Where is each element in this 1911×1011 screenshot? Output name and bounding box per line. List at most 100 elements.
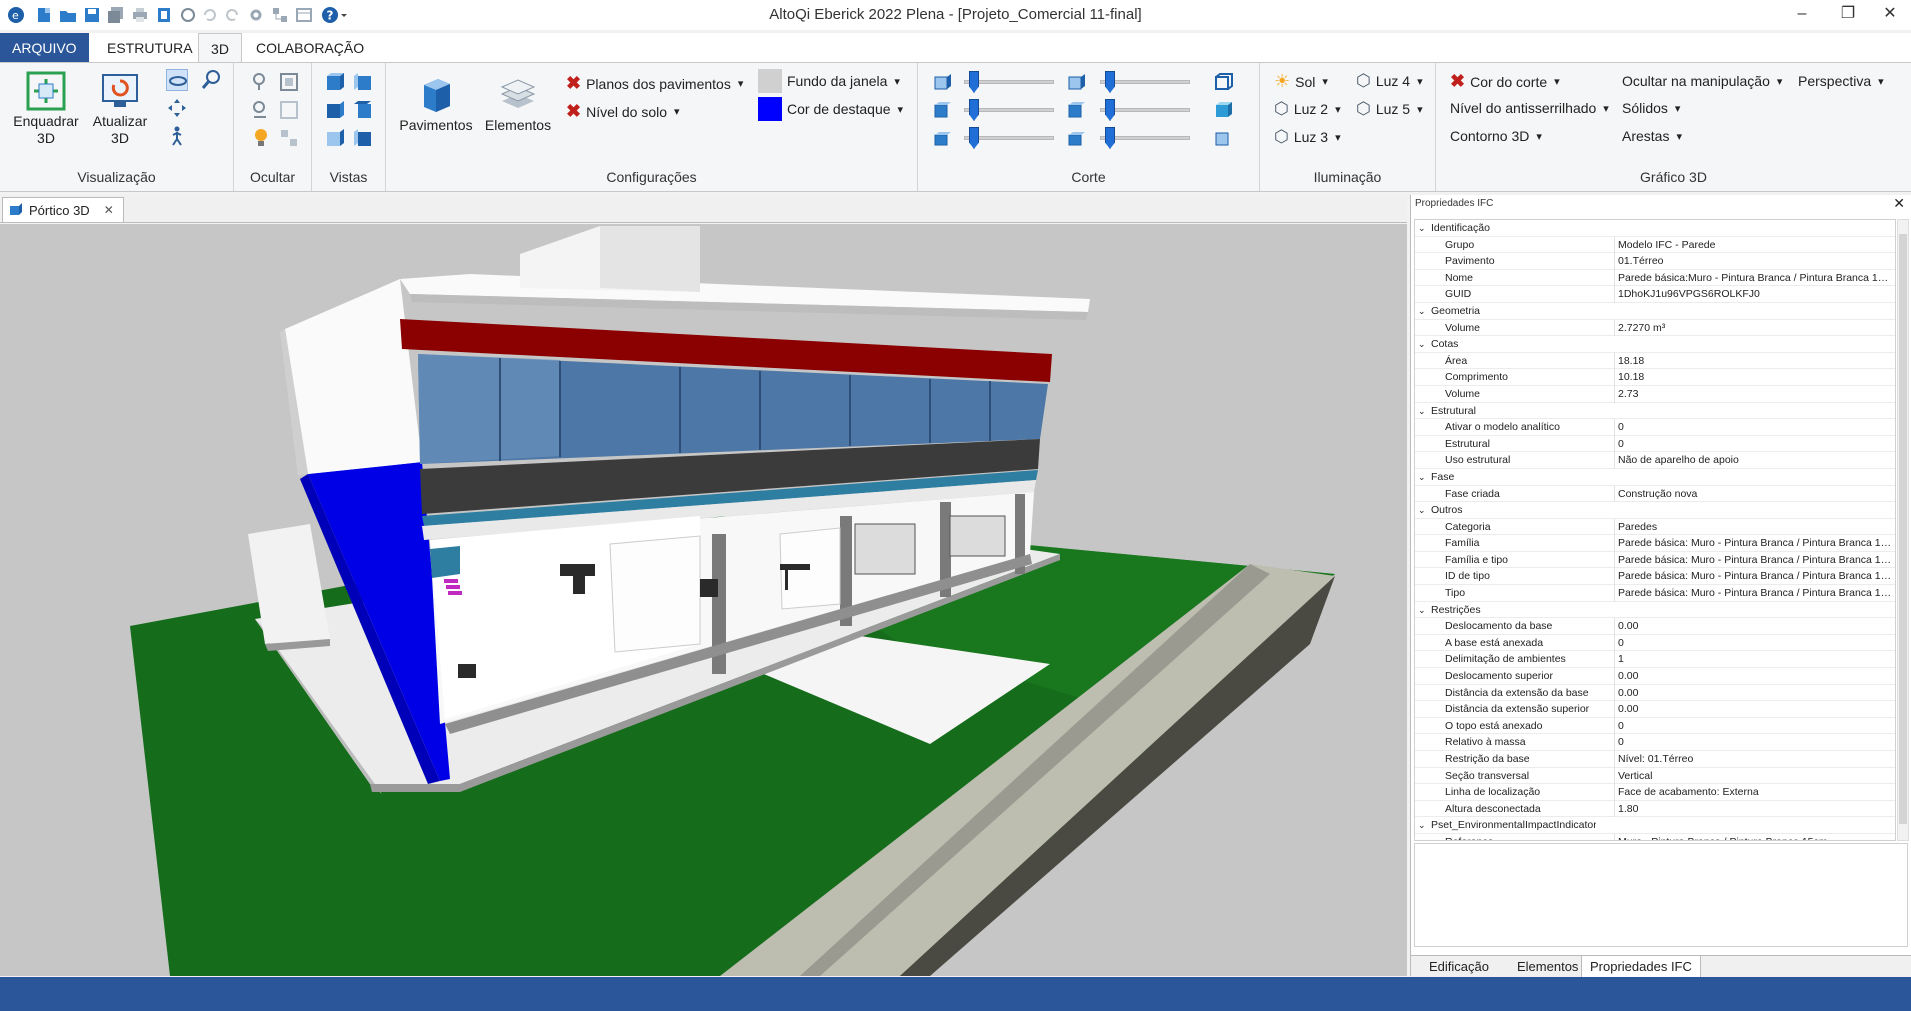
zoom-icon[interactable]: [200, 69, 222, 91]
property-value[interactable]: Parede básica:Muro - Pintura Branca / Pi…: [1614, 269, 1894, 287]
property-row[interactable]: Relativo à massa 0: [1415, 734, 1895, 751]
section-solid-icon[interactable]: [1212, 99, 1234, 121]
property-row[interactable]: Família e tipo Parede básica: Muro - Pint…: [1415, 551, 1895, 569]
view-back-icon[interactable]: [352, 71, 374, 93]
doc-tab-portico-3d[interactable]: Pórtico 3D ✕: [2, 197, 124, 222]
property-value[interactable]: Nível: 01.Térreo: [1614, 751, 1894, 768]
chevron-down-icon[interactable]: ⌄: [1418, 303, 1426, 320]
tab-elementos[interactable]: Elementos: [1509, 956, 1586, 978]
property-row[interactable]: Linha de localização Face de acabamento: …: [1415, 784, 1895, 801]
chevron-down-icon[interactable]: ⌄: [1418, 469, 1426, 486]
corte-slider-6[interactable]: [1100, 127, 1190, 149]
property-value[interactable]: 1DhoKJ1u96VPGS6ROLKFJ0: [1614, 286, 1894, 303]
slider-knob[interactable]: [1105, 71, 1115, 93]
property-value[interactable]: 1: [1614, 651, 1894, 669]
property-value[interactable]: Vertical: [1614, 767, 1894, 785]
nivel-solo-dropdown[interactable]: ✖ Nível do solo: [566, 101, 680, 122]
tab-arquivo[interactable]: ARQUIVO: [0, 33, 89, 63]
show-group-icon[interactable]: [278, 99, 300, 121]
property-category[interactable]: ⌄ Restrições: [1415, 601, 1895, 619]
corte-slider-2[interactable]: [964, 99, 1054, 121]
view-bottom-icon[interactable]: [352, 127, 374, 149]
property-value[interactable]: 0.00: [1614, 701, 1894, 718]
property-row[interactable]: O topo está anexado 0: [1415, 717, 1895, 735]
antisserrilhado-dropdown[interactable]: Nível do antisserrilhado: [1450, 100, 1609, 116]
chevron-down-icon[interactable]: ⌄: [1418, 403, 1426, 420]
section-reset-icon[interactable]: [1212, 127, 1234, 149]
orbit-icon[interactable]: [166, 69, 188, 91]
property-category[interactable]: ⌄ Identificação: [1415, 220, 1895, 237]
close-icon[interactable]: ✕: [104, 203, 114, 217]
walk-icon[interactable]: [166, 125, 188, 147]
property-value[interactable]: Construção nova: [1614, 485, 1894, 503]
cut-plane-y-icon[interactable]: [932, 99, 954, 121]
property-value[interactable]: 0: [1614, 717, 1894, 735]
tab-colaboracao[interactable]: COLABORAÇÃO: [244, 33, 376, 63]
chevron-down-icon[interactable]: ⌄: [1418, 817, 1426, 834]
property-value[interactable]: Paredes: [1614, 518, 1894, 536]
property-row[interactable]: Pavimento 01.Térreo: [1415, 253, 1895, 270]
property-value[interactable]: 0: [1614, 634, 1894, 652]
luz2-dropdown[interactable]: ⬡ Luz 2: [1274, 99, 1341, 119]
pan-icon[interactable]: [166, 97, 188, 119]
enquadrar-3d-button[interactable]: Enquadrar 3D: [8, 71, 84, 147]
fundo-janela-dropdown[interactable]: Fundo da janela: [758, 69, 900, 93]
tab-estrutura[interactable]: ESTRUTURA: [95, 33, 205, 63]
isolate-icon[interactable]: [278, 127, 300, 149]
planos-pavimentos-dropdown[interactable]: ✖ Planos dos pavimentos: [566, 73, 743, 94]
property-row[interactable]: ID de tipo Parede básica: Muro - Pintura …: [1415, 568, 1895, 586]
arestas-dropdown[interactable]: Arestas: [1622, 128, 1682, 144]
corte-slider-4[interactable]: [1100, 71, 1190, 93]
close-button[interactable]: ✕: [1868, 2, 1911, 28]
restore-button[interactable]: ❐: [1826, 2, 1870, 28]
view-left-icon[interactable]: [324, 99, 346, 121]
property-grid-scrollbar[interactable]: [1897, 219, 1909, 841]
property-row[interactable]: Área 18.18: [1415, 352, 1895, 370]
corte-slider-1[interactable]: [964, 71, 1054, 93]
view-right-icon[interactable]: [352, 99, 374, 121]
slider-knob[interactable]: [969, 127, 979, 149]
property-value[interactable]: Parede básica: Muro - Pintura Branca / P…: [1614, 535, 1894, 552]
cor-destaque-dropdown[interactable]: Cor de destaque: [758, 97, 903, 121]
slider-knob[interactable]: [969, 71, 979, 93]
property-value[interactable]: Muro - Pintura Branca / Pintura Branca 1…: [1614, 833, 1894, 840]
property-value[interactable]: 2.73: [1614, 385, 1894, 403]
cut-plane-z-icon[interactable]: [932, 127, 954, 149]
chevron-down-icon[interactable]: ⌄: [1418, 220, 1426, 237]
tab-propriedades-ifc[interactable]: Propriedades IFC: [1581, 956, 1701, 978]
view-top-icon[interactable]: [324, 127, 346, 149]
cor-corte-dropdown[interactable]: ✖ Cor do corte: [1450, 71, 1560, 92]
pavimentos-button[interactable]: Pavimentos: [398, 75, 474, 134]
property-value[interactable]: Face de acabamento: Externa: [1614, 784, 1894, 801]
cut-plane-z2-icon[interactable]: [1066, 127, 1088, 149]
property-category[interactable]: ⌄ Cotas: [1415, 336, 1895, 353]
property-row[interactable]: Distância da extensão da base 0.00: [1415, 684, 1895, 702]
property-row[interactable]: Distância da extensão superior 0.00: [1415, 701, 1895, 718]
chevron-down-icon[interactable]: ⌄: [1418, 336, 1426, 353]
property-value[interactable]: Não de aparelho de apoio: [1614, 452, 1894, 469]
corte-slider-5[interactable]: [1100, 99, 1190, 121]
property-value[interactable]: 2.7270 m³: [1614, 319, 1894, 337]
property-row[interactable]: Volume 2.7270 m³: [1415, 319, 1895, 337]
tab-edificacao[interactable]: Edificação: [1421, 956, 1497, 978]
property-value[interactable]: 10.18: [1614, 369, 1894, 386]
property-row[interactable]: Reference Muro - Pintura Branca / Pintura…: [1415, 833, 1895, 840]
property-value[interactable]: 0.00: [1614, 618, 1894, 635]
property-category[interactable]: ⌄ Fase: [1415, 468, 1895, 486]
chevron-down-icon[interactable]: ⌄: [1418, 502, 1426, 519]
property-row[interactable]: Deslocamento superior 0.00: [1415, 668, 1895, 685]
property-row[interactable]: Família Parede básica: Muro - Pintura Bra…: [1415, 535, 1895, 552]
scrollbar-thumb[interactable]: [1899, 234, 1907, 824]
hide-group-icon[interactable]: [278, 71, 300, 93]
solidos-dropdown[interactable]: Sólidos: [1622, 100, 1680, 116]
luz4-dropdown[interactable]: ⬡ Luz 4: [1356, 71, 1423, 91]
property-row[interactable]: Grupo Modelo IFC - Parede: [1415, 236, 1895, 254]
property-value[interactable]: Parede básica: Muro - Pintura Branca / P…: [1614, 585, 1894, 602]
property-value[interactable]: 18.18: [1614, 352, 1894, 370]
property-row[interactable]: Categoria Paredes: [1415, 518, 1895, 536]
luz3-dropdown[interactable]: ⬡ Luz 3: [1274, 127, 1341, 147]
property-row[interactable]: Altura desconectada 1.80: [1415, 800, 1895, 818]
contorno-3d-dropdown[interactable]: Contorno 3D: [1450, 128, 1542, 144]
property-row[interactable]: Seção transversal Vertical: [1415, 767, 1895, 785]
property-category[interactable]: ⌄ Outros: [1415, 502, 1895, 519]
